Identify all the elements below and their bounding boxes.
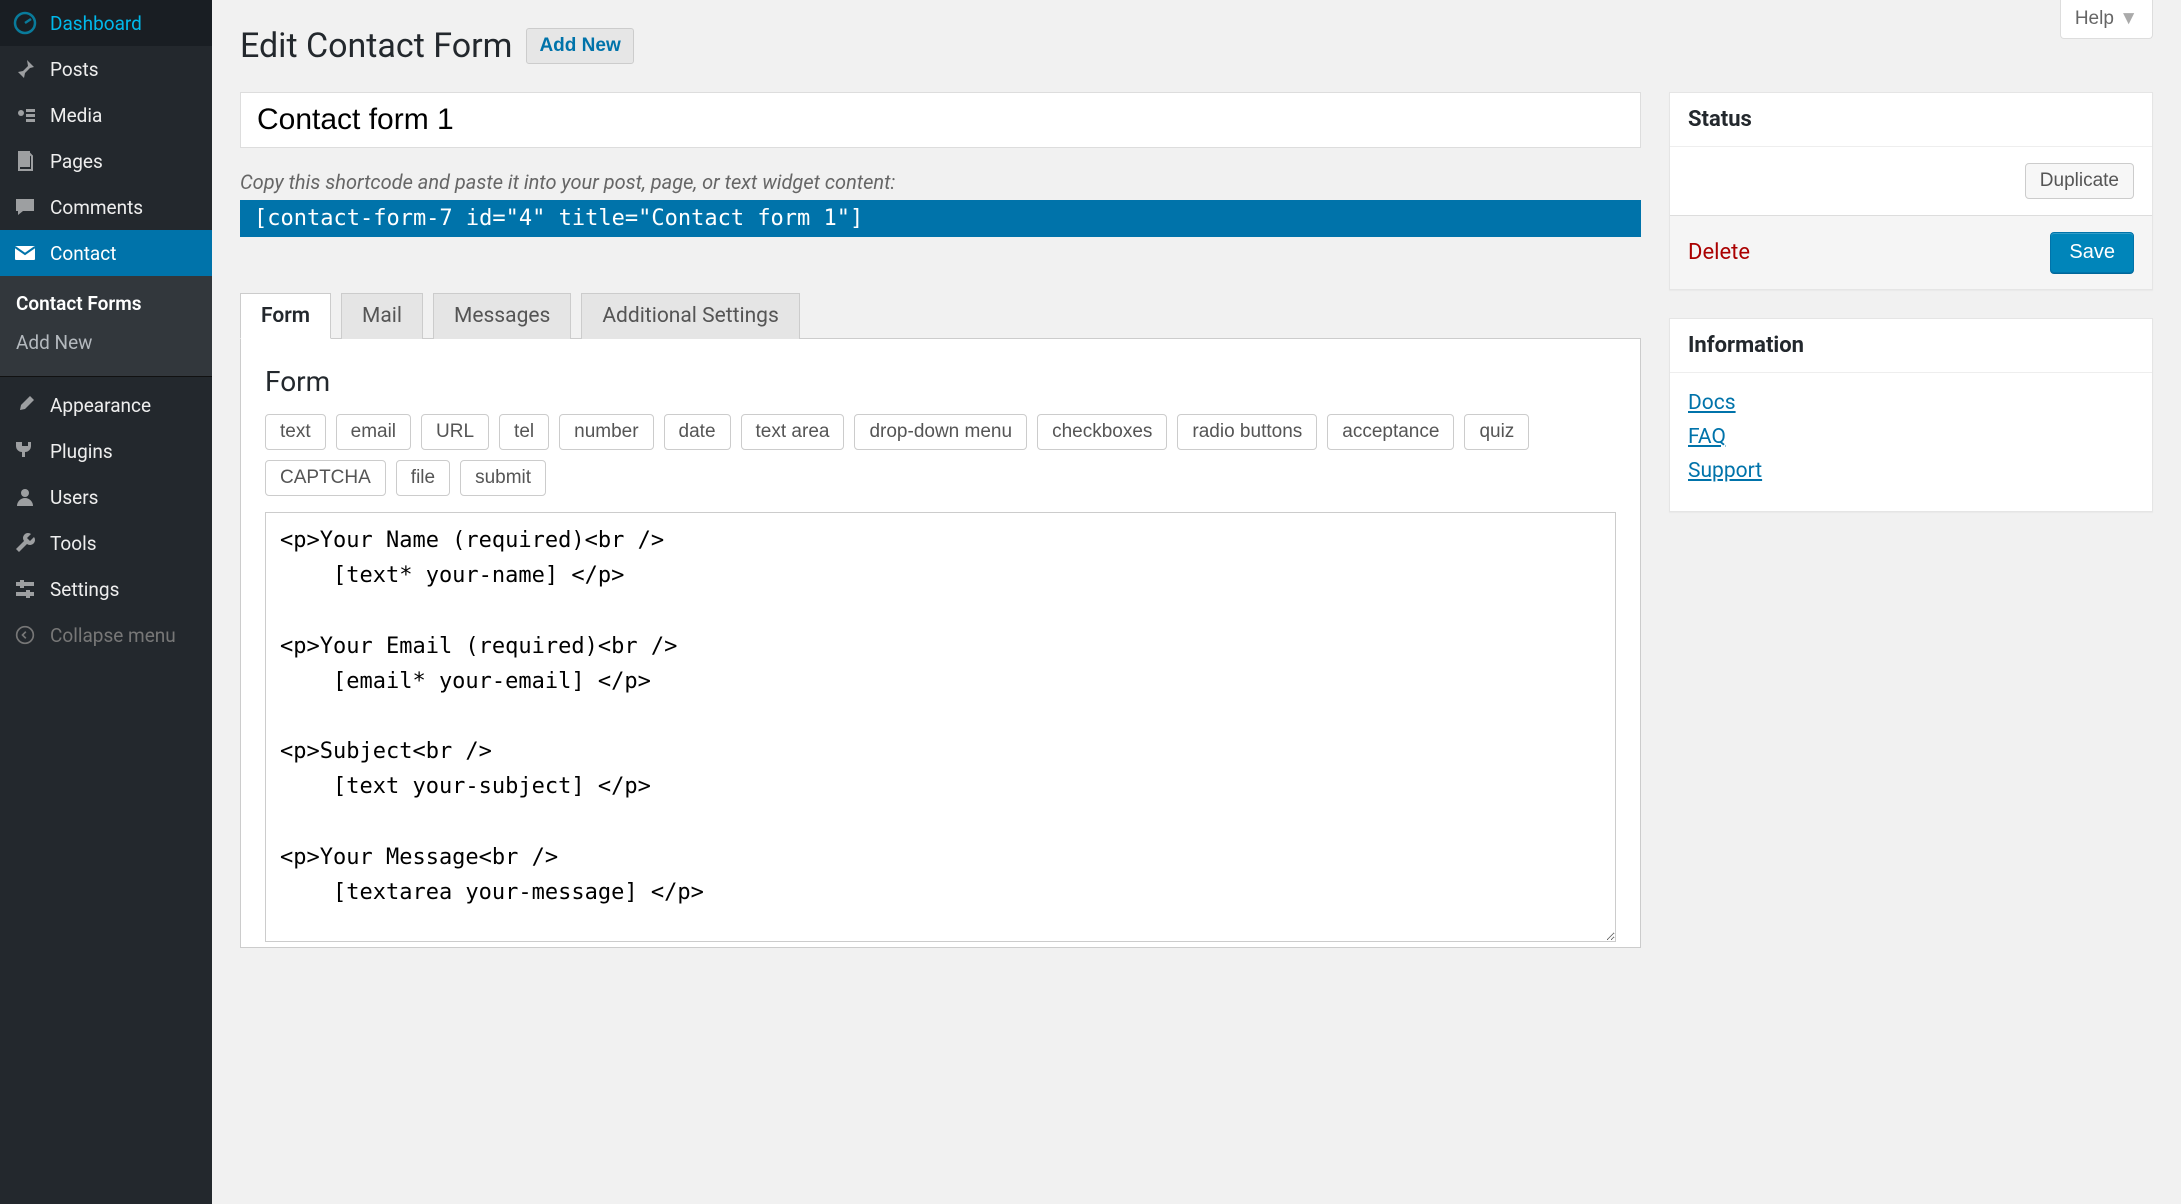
info-link-faq[interactable]: FAQ <box>1688 425 2134 449</box>
tag-btn-file[interactable]: file <box>396 460 450 496</box>
information-metabox: Information Docs FAQ Support <box>1669 318 2153 512</box>
dashboard-icon <box>12 10 38 36</box>
tag-btn-checkboxes[interactable]: checkboxes <box>1037 414 1167 450</box>
tag-btn-acceptance[interactable]: acceptance <box>1327 414 1454 450</box>
help-label: Help <box>2075 8 2114 29</box>
main-content: Help ▼ Edit Contact Form Add New Copy th… <box>212 0 2181 1204</box>
sidebar-item-pages[interactable]: Pages <box>0 138 212 184</box>
duplicate-button[interactable]: Duplicate <box>2025 163 2134 199</box>
tag-btn-tel[interactable]: tel <box>499 414 549 450</box>
sidebar-label: Users <box>50 486 98 509</box>
shortcode-display[interactable]: [contact-form-7 id="4" title="Contact fo… <box>240 200 1641 237</box>
info-link-support[interactable]: Support <box>1688 459 2134 483</box>
sidebar-item-dashboard[interactable]: Dashboard <box>0 0 212 46</box>
sidebar-item-posts[interactable]: Posts <box>0 46 212 92</box>
submenu-item-contact-forms[interactable]: Contact Forms <box>0 284 212 323</box>
tag-btn-number[interactable]: number <box>559 414 653 450</box>
tag-btn-textarea[interactable]: text area <box>741 414 845 450</box>
sidebar-label: Posts <box>50 58 99 81</box>
tag-btn-url[interactable]: URL <box>421 414 489 450</box>
collapse-menu[interactable]: Collapse menu <box>0 612 212 658</box>
tag-btn-text[interactable]: text <box>265 414 326 450</box>
tag-generator-buttons: text email URL tel number date text area… <box>265 414 1616 496</box>
sidebar-item-settings[interactable]: Settings <box>0 566 212 612</box>
help-button[interactable]: Help ▼ <box>2060 0 2153 39</box>
page-icon <box>12 148 38 174</box>
sidebar-label: Tools <box>50 532 97 555</box>
tag-btn-submit[interactable]: submit <box>460 460 546 496</box>
tab-mail[interactable]: Mail <box>341 293 423 339</box>
tag-btn-dropdown[interactable]: drop-down menu <box>854 414 1027 450</box>
tag-btn-radio[interactable]: radio buttons <box>1177 414 1317 450</box>
collapse-icon <box>12 622 38 648</box>
media-icon <box>12 102 38 128</box>
pin-icon <box>12 56 38 82</box>
sidebar-label: Settings <box>50 578 119 601</box>
tag-btn-quiz[interactable]: quiz <box>1464 414 1529 450</box>
form-panel: Form text email URL tel number date text… <box>240 338 1641 948</box>
comment-icon <box>12 194 38 220</box>
sidebar-submenu: Contact Forms Add New <box>0 276 212 376</box>
admin-sidebar: Dashboard Posts Media Pages Comments Con… <box>0 0 212 1204</box>
collapse-label: Collapse menu <box>50 624 176 647</box>
mail-icon <box>12 240 38 266</box>
plug-icon <box>12 438 38 464</box>
tabs: Form Mail Messages Additional Settings <box>240 293 1641 339</box>
status-metabox: Status Duplicate Delete Save <box>1669 92 2153 290</box>
chevron-down-icon: ▼ <box>2119 8 2138 29</box>
help-tab-container: Help ▼ <box>2060 0 2153 39</box>
submenu-item-add-new[interactable]: Add New <box>0 323 212 362</box>
sidebar-item-tools[interactable]: Tools <box>0 520 212 566</box>
panel-heading: Form <box>265 365 1616 398</box>
sidebar-label: Contact <box>50 242 116 265</box>
sidebar-label: Plugins <box>50 440 113 463</box>
add-new-button[interactable]: Add New <box>526 28 633 64</box>
form-title-input[interactable] <box>240 92 1641 148</box>
sidebar-item-contact[interactable]: Contact <box>0 230 212 276</box>
information-heading: Information <box>1670 319 2152 373</box>
sidebar-label: Appearance <box>50 394 151 417</box>
shortcode-hint: Copy this shortcode and paste it into yo… <box>240 170 1641 194</box>
tag-btn-email[interactable]: email <box>336 414 411 450</box>
sidebar-label: Dashboard <box>50 12 142 35</box>
sidebar-item-users[interactable]: Users <box>0 474 212 520</box>
sidebar-item-appearance[interactable]: Appearance <box>0 382 212 428</box>
wrench-icon <box>12 530 38 556</box>
sidebar-item-comments[interactable]: Comments <box>0 184 212 230</box>
form-content-textarea[interactable] <box>265 512 1616 942</box>
save-button[interactable]: Save <box>2050 232 2134 273</box>
settings-icon <box>12 576 38 602</box>
sidebar-item-plugins[interactable]: Plugins <box>0 428 212 474</box>
tab-additional-settings[interactable]: Additional Settings <box>581 293 799 339</box>
tag-btn-captcha[interactable]: CAPTCHA <box>265 460 386 496</box>
tag-btn-date[interactable]: date <box>664 414 731 450</box>
page-title: Edit Contact Form <box>240 26 512 66</box>
delete-link[interactable]: Delete <box>1688 240 1750 265</box>
sidebar-item-media[interactable]: Media <box>0 92 212 138</box>
info-link-docs[interactable]: Docs <box>1688 391 2134 415</box>
brush-icon <box>12 392 38 418</box>
status-heading: Status <box>1670 93 2152 147</box>
user-icon <box>12 484 38 510</box>
sidebar-label: Media <box>50 104 102 127</box>
tab-messages[interactable]: Messages <box>433 293 571 339</box>
sidebar-label: Comments <box>50 196 143 219</box>
sidebar-label: Pages <box>50 150 103 173</box>
tab-form[interactable]: Form <box>240 293 331 339</box>
